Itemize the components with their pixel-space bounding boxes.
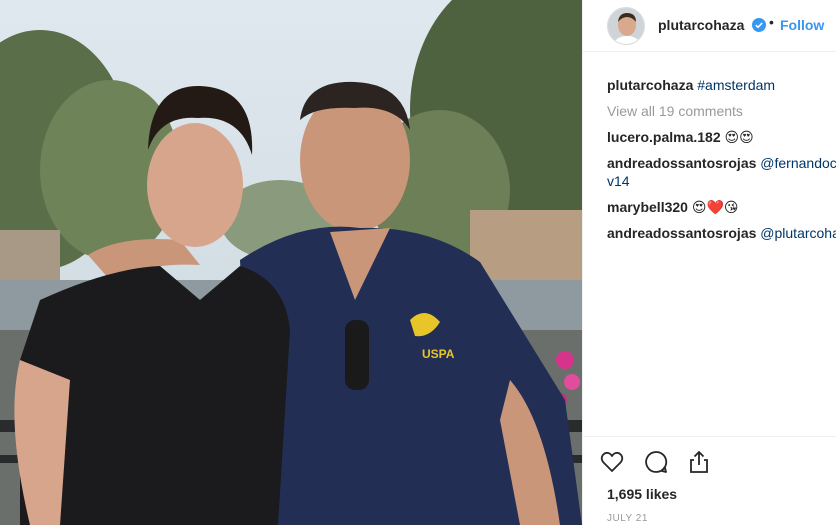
caption-username[interactable]: plutarcohaza — [607, 77, 693, 93]
comment-mention[interactable]: @plutarcoha — [760, 225, 836, 241]
post-actions: 1,695 likes JULY 21 — [583, 436, 836, 525]
caption: plutarcohaza #amsterdam — [607, 76, 836, 94]
post-sidebar: plutarcohaza • Follow plutarcohaza #amst… — [582, 0, 836, 525]
comment-item: marybell320 😍❤️😘 — [607, 198, 836, 216]
comment-continuation[interactable]: v14 — [607, 172, 836, 190]
comments-list: plutarcohaza #amsterdam View all 19 comm… — [607, 76, 836, 250]
share-icon[interactable] — [686, 449, 712, 475]
post-date: JULY 21 — [607, 513, 648, 524]
polo-logo: USPA — [422, 347, 455, 361]
comment-username[interactable]: lucero.palma.182 — [607, 129, 721, 145]
comment-icon[interactable] — [643, 449, 669, 475]
verified-badge-icon — [752, 18, 766, 32]
comment-item: lucero.palma.182 😍😍 — [607, 128, 836, 146]
post-header: plutarcohaza • Follow — [583, 0, 836, 52]
post-image: USPA — [0, 0, 582, 525]
post-photo[interactable]: USPA — [0, 0, 582, 525]
heart-icon[interactable] — [599, 449, 625, 475]
comment-text: 😍😍 — [724, 129, 754, 145]
view-all-comments-link[interactable]: View all 19 comments — [607, 102, 836, 120]
likes-count[interactable]: 1,695 likes — [607, 486, 677, 502]
comment-item: andreadossantosrojas @plutarcoha — [607, 224, 836, 242]
avatar[interactable] — [607, 7, 645, 45]
avatar-image — [608, 8, 644, 44]
follow-button[interactable]: Follow — [780, 17, 824, 33]
header-username[interactable]: plutarcohaza — [658, 17, 744, 33]
comment-username[interactable]: marybell320 — [607, 199, 688, 215]
caption-hashtag[interactable]: #amsterdam — [697, 77, 775, 93]
comment-username[interactable]: andreadossantosrojas — [607, 155, 756, 171]
comment-item: andreadossantosrojas @fernandoc — [607, 154, 836, 172]
comment-text: 😍❤️😘 — [691, 199, 739, 215]
header-separator: • — [769, 14, 774, 30]
comment-mention[interactable]: @fernandoc — [760, 155, 836, 171]
comment-username[interactable]: andreadossantosrojas — [607, 225, 756, 241]
